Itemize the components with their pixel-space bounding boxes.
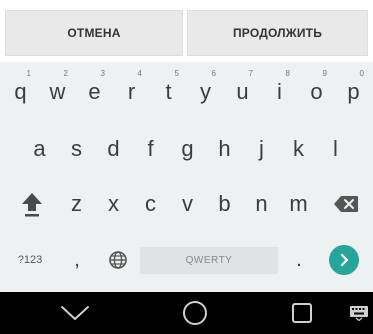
key-i[interactable]: i8 <box>261 66 298 118</box>
key-f[interactable]: f <box>132 124 169 174</box>
back-button[interactable] <box>45 292 105 334</box>
key-w[interactable]: w2 <box>39 66 76 118</box>
keyboard: q1 w2 e3 r4 t5 y6 u7 i8 o9 p0 a s d f g … <box>0 62 373 292</box>
keyboard-switch-button[interactable] <box>345 292 373 334</box>
key-label: i <box>277 79 282 104</box>
shift-icon <box>22 193 42 217</box>
key-label: f <box>147 136 154 161</box>
key-label: m <box>289 191 308 216</box>
key-label: p <box>347 79 360 104</box>
key-y[interactable]: y6 <box>187 66 224 118</box>
key-s[interactable]: s <box>58 124 95 174</box>
key-n[interactable]: n <box>243 178 280 230</box>
key-v[interactable]: v <box>169 178 206 230</box>
shift-key[interactable] <box>8 178 56 230</box>
key-label: w <box>49 79 66 104</box>
key-hint: 2 <box>63 69 68 78</box>
key-hint: 0 <box>359 69 364 78</box>
key-label: e <box>88 79 101 104</box>
key-label: d <box>107 136 120 161</box>
key-b[interactable]: b <box>206 178 243 230</box>
key-j[interactable]: j <box>243 124 280 174</box>
backspace-icon <box>334 196 358 212</box>
home-button[interactable] <box>165 292 225 334</box>
key-label: x <box>108 191 119 216</box>
key-t[interactable]: t5 <box>150 66 187 118</box>
key-label: u <box>236 79 249 104</box>
enter-arrow-icon <box>340 253 349 267</box>
key-q[interactable]: q1 <box>2 66 39 118</box>
enter-key[interactable] <box>329 245 359 275</box>
key-c[interactable]: c <box>132 178 169 230</box>
symbols-key[interactable]: ?123 <box>6 234 54 286</box>
key-label: c <box>145 191 156 216</box>
key-label: q <box>14 79 27 104</box>
recents-button[interactable] <box>272 292 332 334</box>
space-key[interactable]: QWERTY <box>140 247 278 274</box>
comma-label: , <box>74 248 80 271</box>
key-k[interactable]: k <box>280 124 317 174</box>
globe-icon <box>109 251 127 269</box>
language-key[interactable] <box>99 234 137 286</box>
backspace-key[interactable] <box>322 178 370 230</box>
key-hint: 6 <box>211 69 216 78</box>
key-label: g <box>181 136 194 161</box>
key-hint: 4 <box>137 69 142 78</box>
key-hint: 5 <box>174 69 179 78</box>
key-m[interactable]: m <box>280 178 317 230</box>
key-p[interactable]: p0 <box>335 66 372 118</box>
key-hint: 7 <box>248 69 253 78</box>
key-o[interactable]: o9 <box>298 66 335 118</box>
action-bar: ОТМЕНА ПРОДОЛЖИТЬ <box>0 0 373 62</box>
key-u[interactable]: u7 <box>224 66 261 118</box>
key-label: r <box>127 79 136 104</box>
key-e[interactable]: e3 <box>76 66 113 118</box>
key-d[interactable]: d <box>95 124 132 174</box>
back-icon <box>61 306 89 320</box>
key-label: v <box>182 191 193 216</box>
key-label: j <box>259 136 264 161</box>
key-label: l <box>333 136 338 161</box>
space-label: QWERTY <box>185 255 233 266</box>
period-label: . <box>296 248 302 271</box>
key-x[interactable]: x <box>95 178 132 230</box>
key-hint: 3 <box>100 69 105 78</box>
key-hint: 1 <box>26 69 31 78</box>
key-label: t <box>165 79 172 104</box>
key-z[interactable]: z <box>58 178 95 230</box>
navigation-bar <box>0 292 373 334</box>
recents-icon <box>292 303 312 323</box>
key-label: s <box>71 136 82 161</box>
key-a[interactable]: a <box>21 124 58 174</box>
period-key[interactable]: . <box>282 234 316 286</box>
key-label: a <box>33 136 46 161</box>
key-label: n <box>255 191 268 216</box>
cancel-button[interactable]: ОТМЕНА <box>5 10 183 56</box>
key-g[interactable]: g <box>169 124 206 174</box>
key-hint: 9 <box>322 69 327 78</box>
symbols-label: ?123 <box>17 254 43 266</box>
continue-button[interactable]: ПРОДОЛЖИТЬ <box>187 10 368 56</box>
key-label: z <box>71 191 82 216</box>
key-label: k <box>293 136 304 161</box>
key-h[interactable]: h <box>206 124 243 174</box>
key-l[interactable]: l <box>317 124 354 174</box>
key-label: o <box>310 79 323 104</box>
key-label: b <box>218 191 231 216</box>
key-hint: 8 <box>285 69 290 78</box>
comma-key[interactable]: , <box>60 234 94 286</box>
key-label: h <box>218 136 231 161</box>
key-label: y <box>200 79 211 104</box>
home-icon <box>183 301 207 325</box>
keyboard-switch-icon <box>350 306 368 321</box>
key-r[interactable]: r4 <box>113 66 150 118</box>
